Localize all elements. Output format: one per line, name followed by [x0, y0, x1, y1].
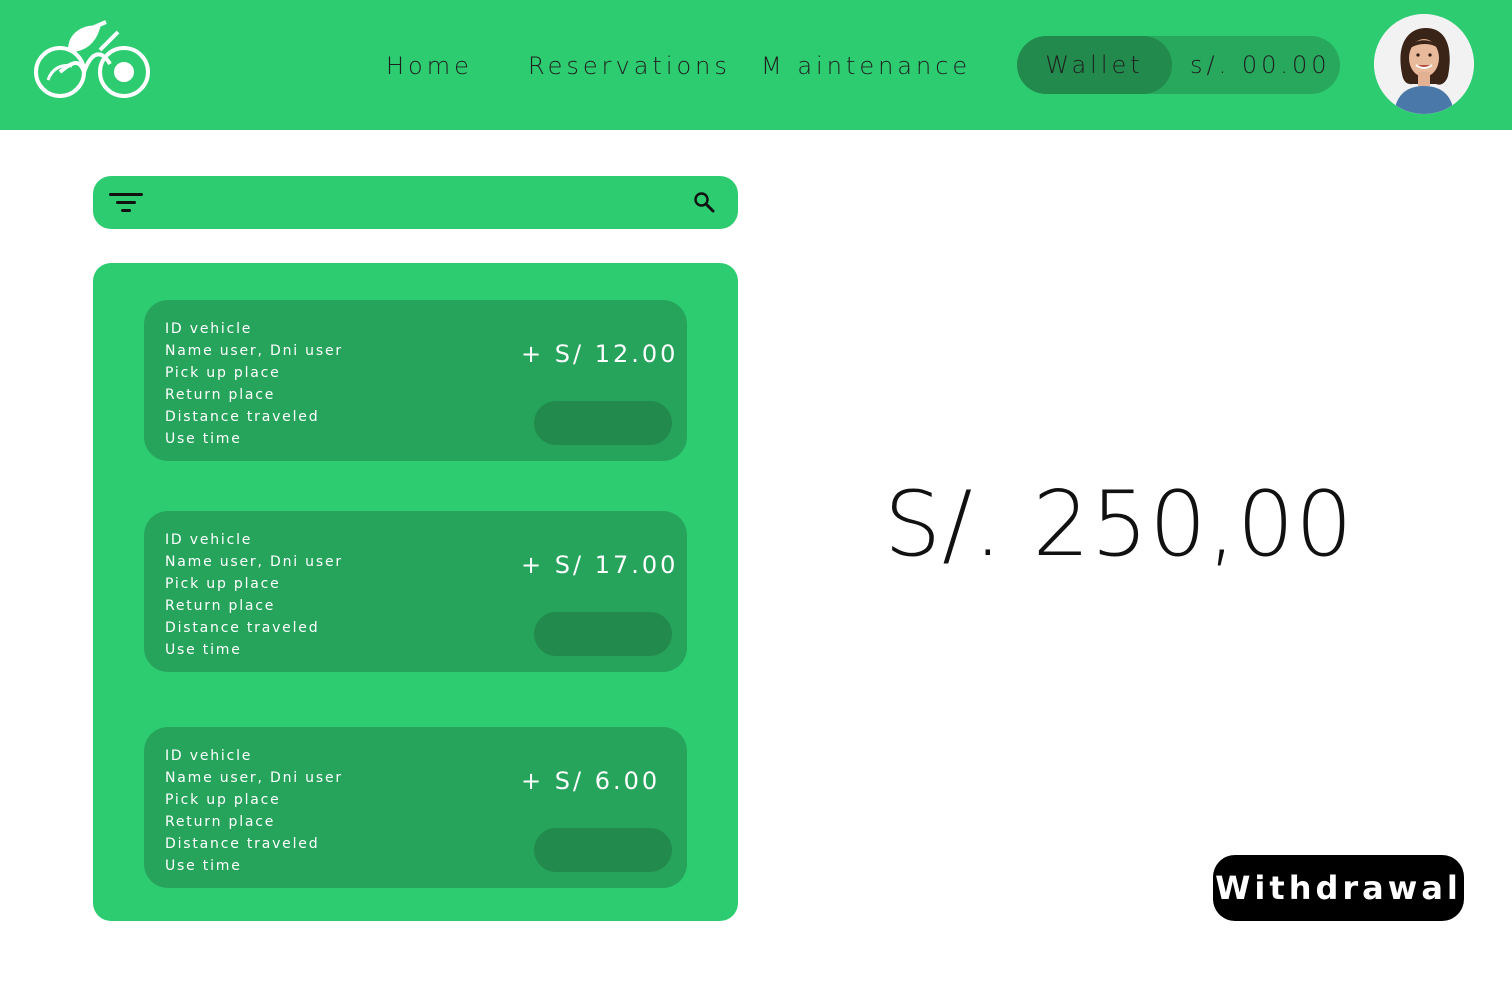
detail-name-user: Name user, Dni user [165, 770, 343, 786]
transaction-details: ID vehicle Name user, Dni user Pick up p… [165, 529, 343, 661]
detail-pickup-place: Pick up place [165, 792, 281, 808]
transaction-action-button[interactable] [534, 401, 672, 445]
nav-home[interactable]: Home [386, 50, 473, 82]
transaction-action-button[interactable] [534, 612, 672, 656]
detail-name-user: Name user, Dni user [165, 554, 343, 570]
detail-use-time: Use time [165, 431, 242, 447]
detail-pickup-place: Pick up place [165, 365, 281, 381]
detail-distance: Distance traveled [165, 836, 320, 852]
detail-id-vehicle: ID vehicle [165, 748, 253, 764]
detail-distance: Distance traveled [165, 409, 320, 425]
detail-use-time: Use time [165, 642, 242, 658]
search-icon[interactable] [692, 190, 716, 214]
detail-return-place: Return place [165, 387, 276, 403]
wallet-button[interactable]: Wallet [1017, 36, 1172, 94]
transaction-details: ID vehicle Name user, Dni user Pick up p… [165, 318, 343, 450]
transaction-card[interactable]: ID vehicle Name user, Dni user Pick up p… [144, 727, 687, 888]
nav-maintenance[interactable]: M aintenance [761, 50, 971, 82]
withdrawal-button[interactable]: Withdrawal [1213, 855, 1464, 921]
transaction-details: ID vehicle Name user, Dni user Pick up p… [165, 745, 343, 877]
top-header: Home Reservations M aintenance Wallet s/… [0, 0, 1512, 130]
transaction-amount: + S/ 6.00 [521, 767, 661, 795]
detail-use-time: Use time [165, 858, 242, 874]
detail-return-place: Return place [165, 814, 276, 830]
filter-icon[interactable] [108, 190, 144, 216]
detail-pickup-place: Pick up place [165, 576, 281, 592]
transaction-action-button[interactable] [534, 828, 672, 872]
detail-id-vehicle: ID vehicle [165, 321, 253, 337]
balance-total: S/. 250,00 [884, 472, 1354, 577]
search-input[interactable] [160, 186, 684, 221]
detail-return-place: Return place [165, 598, 276, 614]
transaction-card[interactable]: ID vehicle Name user, Dni user Pick up p… [144, 511, 687, 672]
nav-reservations[interactable]: Reservations [528, 50, 731, 82]
detail-distance: Distance traveled [165, 620, 320, 636]
transaction-card[interactable]: ID vehicle Name user, Dni user Pick up p… [144, 300, 687, 461]
bike-logo-icon[interactable] [30, 20, 156, 104]
detail-id-vehicle: ID vehicle [165, 532, 253, 548]
transaction-amount: + S/ 12.00 [521, 340, 679, 368]
avatar-portrait-icon [1374, 14, 1474, 114]
detail-name-user: Name user, Dni user [165, 343, 343, 359]
wallet-pill: Wallet s/. 00.00 [1017, 36, 1340, 94]
user-avatar[interactable] [1374, 14, 1474, 114]
wallet-amount: s/. 00.00 [1190, 51, 1331, 79]
transaction-amount: + S/ 17.00 [521, 551, 679, 579]
